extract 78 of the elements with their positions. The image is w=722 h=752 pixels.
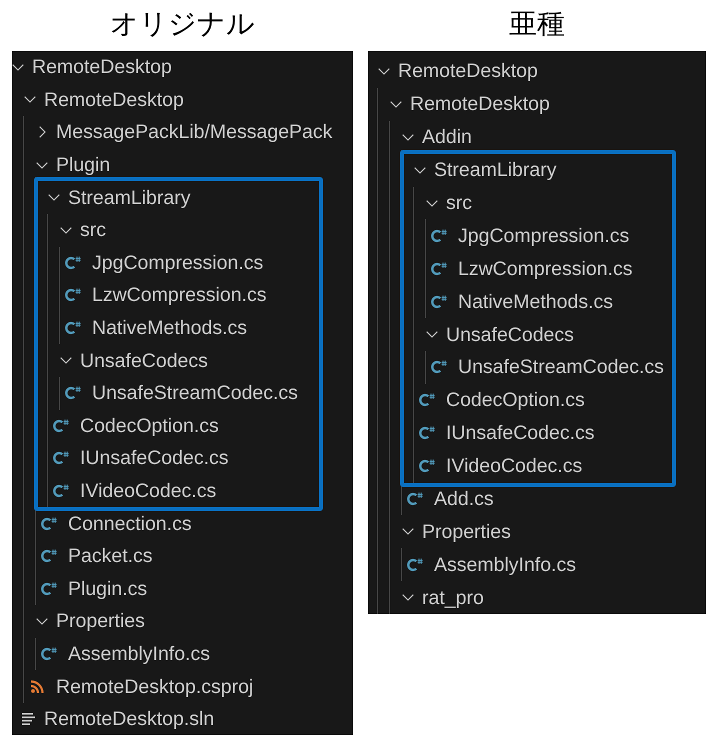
c-sharp-icon: [53, 451, 69, 466]
chevron-down-icon[interactable]: [36, 618, 48, 625]
c-sharp-icon: [41, 549, 57, 564]
folder-name[interactable]: src: [80, 218, 106, 242]
folder-name[interactable]: Properties: [56, 609, 145, 634]
file-name[interactable]: UnsafeStreamCodec.cs: [92, 381, 298, 406]
folder-name[interactable]: MessagePackLib/MessagePack: [56, 120, 332, 144]
c-sharp-icon: [431, 360, 447, 374]
file-name[interactable]: LzwCompression.cs: [458, 256, 632, 281]
chevron-down-icon[interactable]: [426, 200, 438, 206]
folder-name[interactable]: Addin: [422, 125, 472, 150]
file-name[interactable]: JpgCompression.cs: [458, 224, 630, 248]
chevron-down-icon[interactable]: [402, 594, 414, 602]
c-sharp-icon: [41, 582, 57, 596]
panel-title: 亜種: [509, 8, 565, 40]
rss-icon: [31, 680, 44, 694]
folder-name[interactable]: UnsafeCodecs: [80, 348, 208, 373]
file-name[interactable]: RemoteDesktop.csproj: [56, 674, 254, 699]
file-name[interactable]: AssemblyInfo.cs: [434, 552, 576, 577]
file-name[interactable]: UnsafeStreamCodec.cs: [458, 355, 664, 380]
chevron-down-icon[interactable]: [378, 68, 390, 75]
c-sharp-icon: [53, 484, 69, 498]
file-name[interactable]: AssemblyInfo.cs: [68, 642, 210, 666]
folder-name[interactable]: RemoteDesktop: [410, 92, 550, 116]
c-sharp-icon: [431, 294, 447, 309]
c-sharp-icon: [419, 459, 435, 474]
folder-name[interactable]: RemoteDesktop: [32, 55, 172, 80]
file-name[interactable]: Plugin.cs: [68, 576, 148, 601]
c-sharp-icon: [407, 558, 423, 572]
file-name[interactable]: RemoteDesktop.sln: [44, 707, 214, 732]
chevron-down-icon[interactable]: [36, 162, 48, 169]
folder-name[interactable]: StreamLibrary: [434, 158, 556, 182]
chevron-down-icon[interactable]: [390, 100, 402, 108]
folder-name[interactable]: UnsafeCodecs: [446, 322, 574, 347]
c-sharp-icon: [419, 393, 435, 408]
file-name[interactable]: IUnsafeCodec.cs: [80, 446, 228, 470]
c-sharp-icon: [65, 321, 81, 336]
file-name[interactable]: LzwCompression.cs: [92, 283, 266, 308]
c-sharp-icon: [65, 386, 81, 400]
chevron-right-icon[interactable]: [39, 126, 46, 138]
folder-name[interactable]: Plugin: [56, 153, 110, 178]
folder-name[interactable]: Properties: [422, 520, 511, 544]
file-name[interactable]: IVideoCodec.cs: [80, 479, 216, 504]
folder-name[interactable]: StreamLibrary: [68, 186, 190, 210]
chevron-down-icon[interactable]: [60, 357, 72, 364]
chevron-down-icon[interactable]: [402, 134, 414, 141]
chevron-down-icon[interactable]: [402, 528, 414, 536]
folder-name[interactable]: RemoteDesktop: [44, 88, 184, 112]
folder-name[interactable]: src: [446, 191, 472, 215]
text-lines-icon: [22, 713, 35, 726]
c-sharp-icon: [65, 288, 81, 302]
file-name[interactable]: CodecOption.cs: [446, 388, 585, 412]
chevron-down-icon[interactable]: [48, 194, 60, 202]
chevron-down-icon[interactable]: [414, 166, 426, 174]
file-name[interactable]: IUnsafeCodec.cs: [446, 421, 594, 446]
file-name[interactable]: Packet.cs: [68, 544, 153, 568]
c-sharp-icon: [65, 256, 81, 270]
c-sharp-icon: [431, 262, 447, 276]
c-sharp-icon: [53, 418, 69, 433]
chevron-down-icon[interactable]: [24, 96, 36, 104]
folder-name[interactable]: RemoteDesktop: [398, 59, 538, 84]
c-sharp-icon: [41, 516, 57, 531]
file-name[interactable]: CodecOption.cs: [80, 414, 219, 438]
file-name[interactable]: JpgCompression.cs: [92, 250, 264, 275]
file-name[interactable]: Connection.cs: [68, 512, 192, 536]
file-name[interactable]: NativeMethods.cs: [92, 316, 247, 340]
chevron-down-icon[interactable]: [426, 331, 438, 338]
c-sharp-icon: [407, 492, 423, 506]
c-sharp-icon: [431, 228, 447, 243]
file-name[interactable]: IVideoCodec.cs: [446, 454, 582, 478]
file-name[interactable]: NativeMethods.cs: [458, 290, 613, 314]
chevron-down-icon[interactable]: [12, 64, 24, 71]
folder-name[interactable]: rat_pro: [422, 586, 484, 610]
c-sharp-icon: [41, 646, 57, 661]
panel-title: オリジナル: [110, 8, 255, 40]
file-name[interactable]: Add.cs: [434, 487, 494, 512]
c-sharp-icon: [419, 426, 435, 440]
chevron-down-icon[interactable]: [60, 226, 72, 234]
